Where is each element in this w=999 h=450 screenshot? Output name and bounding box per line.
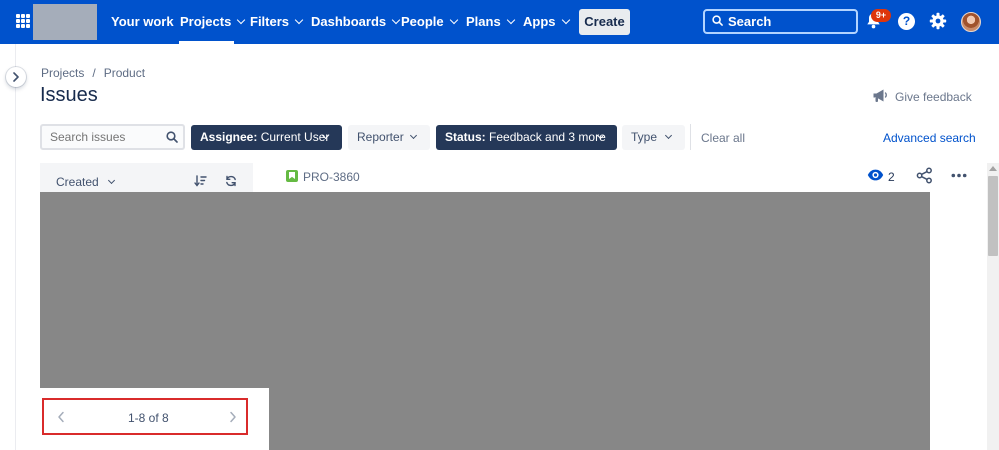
share-icon[interactable] <box>916 167 933 184</box>
filter-status-value: Feedback and 3 more <box>489 130 606 144</box>
nav-plans[interactable]: Plans <box>466 0 515 44</box>
nav-dashboards-label: Dashboards <box>311 14 387 29</box>
sort-field-select[interactable]: Created <box>56 175 115 189</box>
issue-key-link[interactable]: PRO-3860 <box>303 170 360 184</box>
refresh-icon[interactable] <box>225 175 237 187</box>
page-title: Issues <box>40 84 98 106</box>
chevron-right-icon <box>13 72 19 82</box>
scrollbar-thumb[interactable] <box>988 176 998 256</box>
advanced-search-link[interactable]: Advanced search <box>883 131 976 145</box>
top-navigation: Your work Projects Filters Dashboards Pe… <box>0 0 999 44</box>
filter-reporter[interactable]: Reporter <box>348 125 430 150</box>
breadcrumb: Projects / Product <box>41 66 145 80</box>
nav-people[interactable]: People <box>401 0 458 44</box>
nav-projects-label: Projects <box>180 14 232 29</box>
filter-type-value: Type <box>631 130 658 144</box>
nav-your-work[interactable]: Your work <box>111 0 174 44</box>
product-logo[interactable] <box>33 4 97 40</box>
filter-assignee-value: Current User <box>260 130 330 144</box>
breadcrumb-projects[interactable]: Projects <box>41 66 84 80</box>
redacted-content <box>269 388 930 450</box>
nav-apps[interactable]: Apps <box>523 0 570 44</box>
filter-type[interactable]: Type <box>622 125 685 150</box>
nav-apps-label: Apps <box>523 14 556 29</box>
avatar[interactable] <box>961 12 981 32</box>
nav-filters-label: Filters <box>250 14 290 29</box>
filter-reporter-value: Reporter <box>357 130 404 144</box>
search-issues-input[interactable] <box>40 124 185 150</box>
chevron-down-icon <box>237 15 246 25</box>
chevron-down-icon <box>449 15 458 25</box>
nav-projects[interactable]: Projects <box>180 0 246 44</box>
filter-divider <box>690 124 691 150</box>
give-feedback-button[interactable]: Give feedback <box>872 86 972 104</box>
sort-direction-icon[interactable] <box>194 175 207 187</box>
chevron-down-icon <box>409 131 418 140</box>
eye-icon[interactable] <box>867 168 884 182</box>
sort-field-label: Created <box>56 175 99 189</box>
watch-count: 2 <box>888 170 895 184</box>
apps-grid-icon[interactable] <box>16 14 30 28</box>
chevron-down-icon <box>561 15 570 25</box>
help-icon[interactable]: ? <box>898 13 915 30</box>
sidebar-divider <box>15 44 16 450</box>
notification-badge: 9+ <box>871 9 891 22</box>
sidebar-expand-button[interactable] <box>6 67 26 87</box>
chevron-down-icon <box>294 15 304 25</box>
filter-status-key: Status: <box>445 130 486 144</box>
nav-filters[interactable]: Filters <box>250 0 304 44</box>
nav-active-indicator <box>179 41 234 44</box>
nav-dashboards[interactable]: Dashboards <box>311 0 401 44</box>
chevron-down-icon <box>391 15 401 25</box>
global-search-input[interactable]: Search <box>703 9 858 34</box>
nav-your-work-label: Your work <box>111 14 174 29</box>
give-feedback-label: Give feedback <box>895 90 972 104</box>
breadcrumb-product[interactable]: Product <box>104 66 145 80</box>
filter-assignee-key: Assignee: <box>200 130 258 144</box>
create-button[interactable]: Create <box>579 9 630 35</box>
more-icon[interactable] <box>951 173 967 178</box>
filter-status[interactable]: Status: Feedback and 3 more <box>436 125 617 150</box>
search-icon <box>712 15 723 26</box>
story-icon <box>286 170 298 182</box>
breadcrumb-separator: / <box>92 66 96 80</box>
redacted-content <box>40 192 930 388</box>
clear-all-button[interactable]: Clear all <box>701 131 745 145</box>
scroll-up-arrow-icon[interactable] <box>989 166 997 171</box>
chevron-down-icon <box>664 131 673 140</box>
chevron-left-icon[interactable] <box>57 411 65 423</box>
chevron-down-icon <box>107 176 115 185</box>
chevron-down-icon <box>506 15 515 25</box>
nav-plans-label: Plans <box>466 14 501 29</box>
chevron-right-icon[interactable] <box>229 411 237 423</box>
pagination-label: 1-8 of 8 <box>128 411 169 425</box>
search-icon <box>166 131 178 143</box>
megaphone-icon <box>873 89 887 102</box>
filter-assignee[interactable]: Assignee: Current User <box>191 125 342 150</box>
gear-icon[interactable] <box>929 12 947 30</box>
nav-people-label: People <box>401 14 444 29</box>
global-search-label: Search <box>728 14 772 29</box>
